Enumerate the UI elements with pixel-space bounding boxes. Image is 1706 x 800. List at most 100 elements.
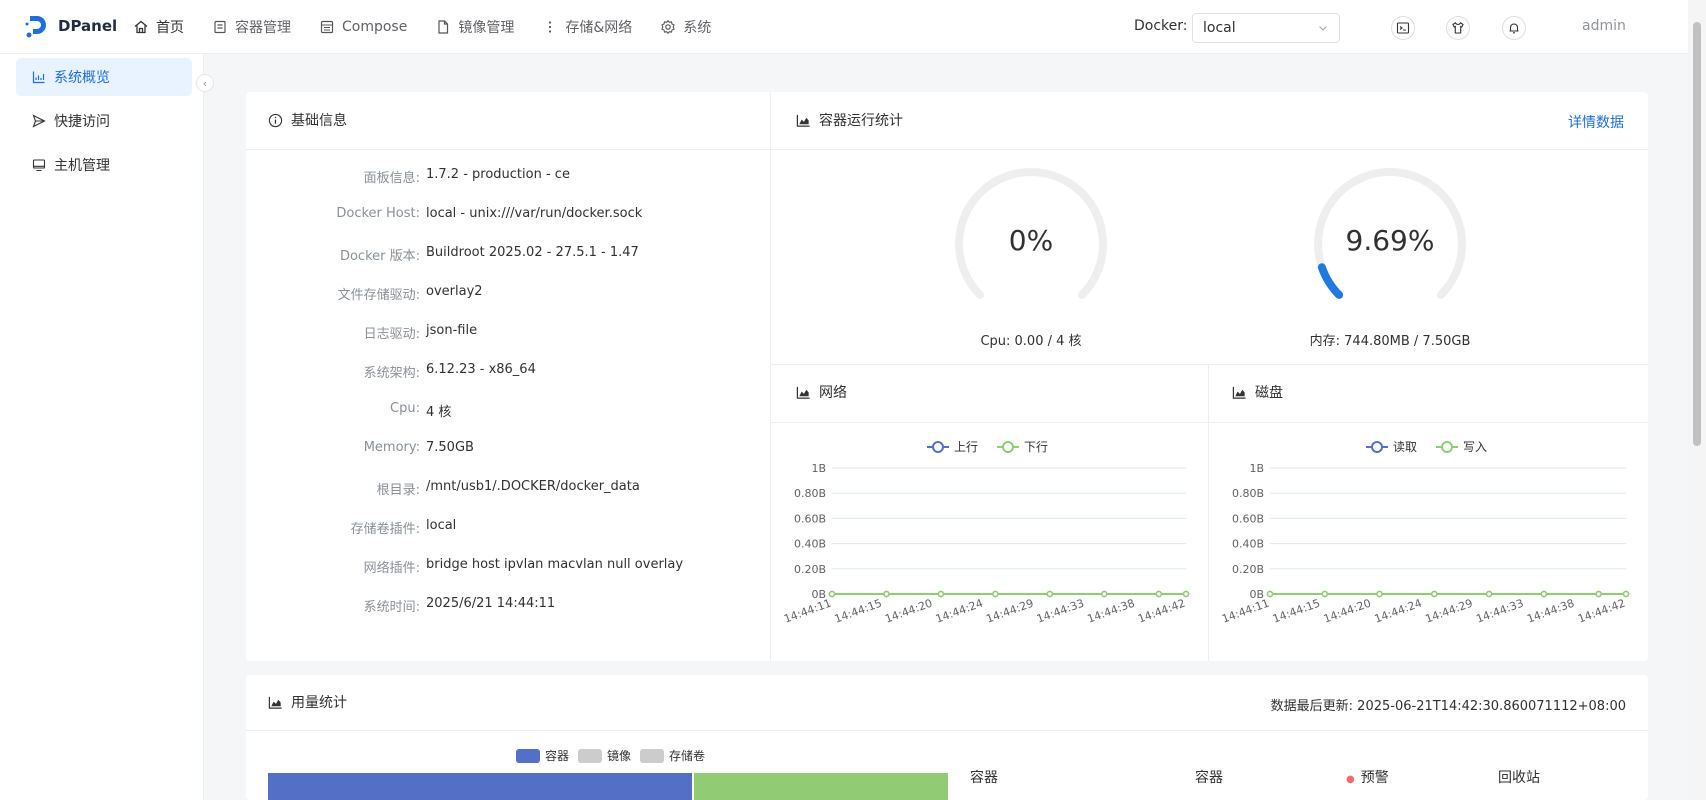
nav-label: 存储&网络 [565,20,633,36]
bell-icon [1509,23,1519,34]
info-value: 7.50GB [426,440,474,455]
sidebar-item-label: 系统概览 [54,70,110,86]
data-point [1101,590,1108,598]
usage-bar[interactable] [268,773,692,800]
info-icon [268,113,283,127]
y-tick-label: 1B [811,462,826,475]
info-key: 日志驱动: [363,327,420,342]
monitor-icon [32,159,46,172]
nav-label: 系统 [683,20,712,36]
notification-button[interactable] [1502,16,1526,40]
docker-select[interactable]: local [1192,13,1340,43]
legend-label[interactable]: 下行 [1024,440,1048,454]
usage-column-label: 预警 [1360,770,1389,786]
legend-marker[interactable] [1371,441,1383,453]
data-point [1540,590,1548,598]
x-tick-label: 14:44:33 [1474,597,1525,626]
x-tick-label: 14:44:42 [1136,597,1187,626]
info-value: 1.7.2 - production - ce [426,167,570,182]
sidebar: 系统概览 快捷访问 主机管理 [0,54,204,800]
info-value: 2025/6/21 14:44:11 [426,596,556,611]
usage-chart: 容器 镜像 存储卷 [268,749,948,800]
container-stats-header: 容器运行统计 [796,110,903,130]
divider [246,149,770,150]
data-point [937,590,945,598]
info-row: 存储卷插件: local [56,518,576,538]
sidebar-collapse-button[interactable]: ‹ [196,74,214,92]
info-key: 存储卷插件: [350,522,420,537]
info-value: bridge host ipvlan macvlan null overlay [426,557,684,572]
info-key: 文件存储驱动: [337,288,420,303]
user-menu[interactable]: admin [1582,18,1626,34]
legend-label[interactable]: 写入 [1463,440,1487,454]
nav-compose[interactable]: Compose [318,0,422,54]
nav-label: Compose [342,19,408,35]
scrollbar[interactable] [1688,0,1706,800]
info-row: 日志驱动: json-file [56,323,576,343]
info-row: 网络插件: bridge host ipvlan macvlan null ove… [56,557,683,577]
nav-storage-network[interactable]: 存储&网络 [541,0,647,54]
data-point [1595,590,1602,598]
terminal-button[interactable] [1391,16,1415,40]
usage-bar[interactable] [694,773,948,800]
divider [770,149,1648,150]
data-point [992,590,999,598]
legend-label[interactable]: 上行 [954,440,978,454]
container-icon [214,20,226,34]
sidebar-item-overview[interactable]: 系统概览 [16,58,192,96]
usage-column-recycle-bin: 回收站 [1498,770,1540,786]
divider [246,730,1648,731]
info-key: 系统时间: [363,600,420,615]
y-tick-label: 0.20B [1232,563,1264,576]
nav-containers[interactable]: 容器管理 [211,0,306,54]
x-tick-label: 14:44:24 [1373,597,1424,626]
y-tick-label: 0.40B [794,538,826,551]
y-tick-label: 1B [1249,462,1264,475]
info-key: Memory: [363,440,420,455]
sidebar-item-label: 快捷访问 [54,114,110,130]
nav-home[interactable]: 首页 [132,0,199,54]
top-bar: DPanel 首页 容器管理 Compose 镜像管理 存储&网络 系统 Doc… [0,0,1706,54]
legend-swatch[interactable] [516,749,540,763]
info-key: 网络插件: [363,561,420,576]
legend-label[interactable]: 存储卷 [669,749,705,763]
legend-swatch[interactable] [640,749,664,763]
x-tick-label: 14:44:15 [1271,597,1322,626]
info-value: 4 核 [426,405,452,420]
shirt-icon [1452,21,1464,34]
terminal-icon [1396,22,1410,34]
info-value: local [426,518,457,533]
compose-icon [320,20,334,34]
usage-header: 用量统计 [268,692,347,712]
network-chart: 上行 下行1B0.80B0.60B0.40B0.20B0B14:44:11 14:4… [782,440,1190,626]
area-chart-icon [268,696,282,709]
legend-label[interactable]: 读取 [1393,440,1417,454]
sidebar-item-quick-access[interactable]: 快捷访问 [16,102,192,140]
legend-swatch[interactable] [578,749,602,763]
app-logo[interactable]: DPanel [24,13,117,39]
info-key: 系统架构: [363,366,420,381]
y-tick-label: 0.60B [794,512,826,525]
x-tick-label: 14:44:15 [833,597,884,626]
y-tick-label: 0.80B [1232,487,1264,500]
data-point [828,590,836,598]
y-tick-label: 0.80B [794,487,826,500]
legend-marker[interactable] [932,441,944,453]
data-point [1046,590,1054,598]
legend-marker[interactable] [1441,441,1453,453]
data-point [1485,590,1493,598]
area-chart-icon [796,386,810,399]
legend-label[interactable]: 镜像 [607,749,631,763]
cpu-gauge-value: 0% [1008,224,1054,257]
legend-label[interactable]: 容器 [545,749,569,763]
nav-images[interactable]: 镜像管理 [434,0,529,54]
nav-system[interactable]: 系统 [659,0,726,54]
legend-marker[interactable] [1002,441,1014,453]
x-tick-label: 14:44:11 [782,597,833,626]
theme-button[interactable] [1446,16,1470,40]
area-chart-icon [1232,386,1246,399]
chevron-down-icon [1319,26,1327,31]
scrollbar-thumb[interactable] [1693,22,1701,446]
usage-title: 用量统计 [291,695,347,711]
detail-data-link[interactable]: 详情数据 [1568,112,1624,132]
